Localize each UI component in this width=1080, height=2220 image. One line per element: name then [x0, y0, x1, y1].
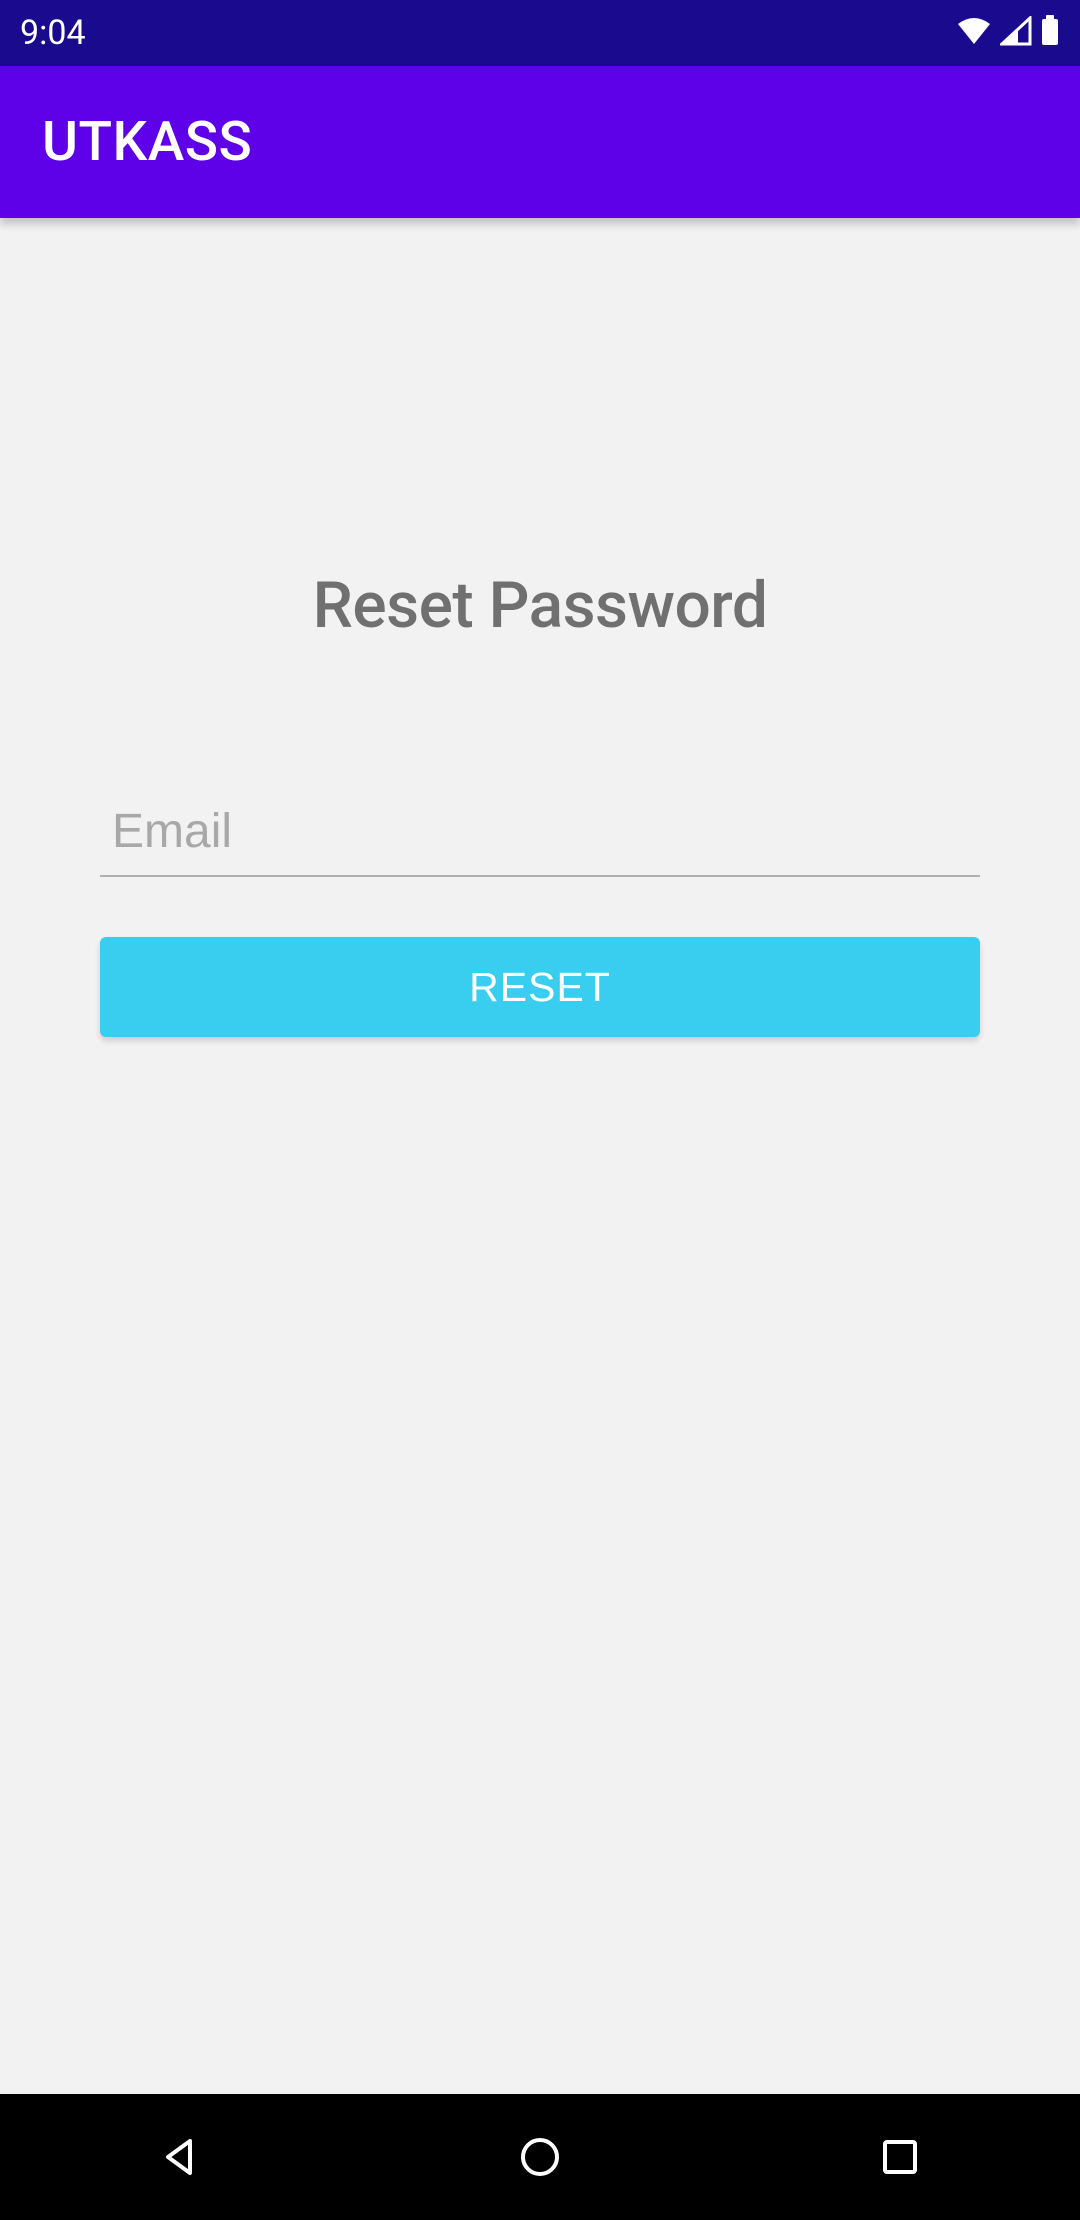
page-title: Reset Password: [100, 218, 980, 643]
reset-button[interactable]: RESET: [100, 937, 980, 1037]
app-title: UTKASS: [42, 110, 252, 174]
navigation-bar: [0, 2094, 1080, 2220]
nav-back-button[interactable]: [90, 2094, 270, 2220]
wifi-icon: [956, 16, 992, 50]
email-field[interactable]: [100, 798, 980, 877]
home-circle-icon: [518, 2135, 562, 2179]
recent-square-icon: [880, 2137, 920, 2177]
battery-icon: [1040, 15, 1060, 51]
app-bar: UTKASS: [0, 66, 1080, 218]
email-field-container: [100, 798, 980, 877]
nav-recent-button[interactable]: [810, 2094, 990, 2220]
status-right: [956, 15, 1060, 51]
status-left: 9:04: [20, 13, 104, 53]
status-time: 9:04: [20, 13, 86, 53]
cell-signal-icon: [1000, 16, 1032, 50]
nav-home-button[interactable]: [450, 2094, 630, 2220]
back-triangle-icon: [158, 2135, 202, 2179]
main-content: Reset Password RESET: [0, 218, 1080, 2094]
status-bar: 9:04: [0, 0, 1080, 66]
